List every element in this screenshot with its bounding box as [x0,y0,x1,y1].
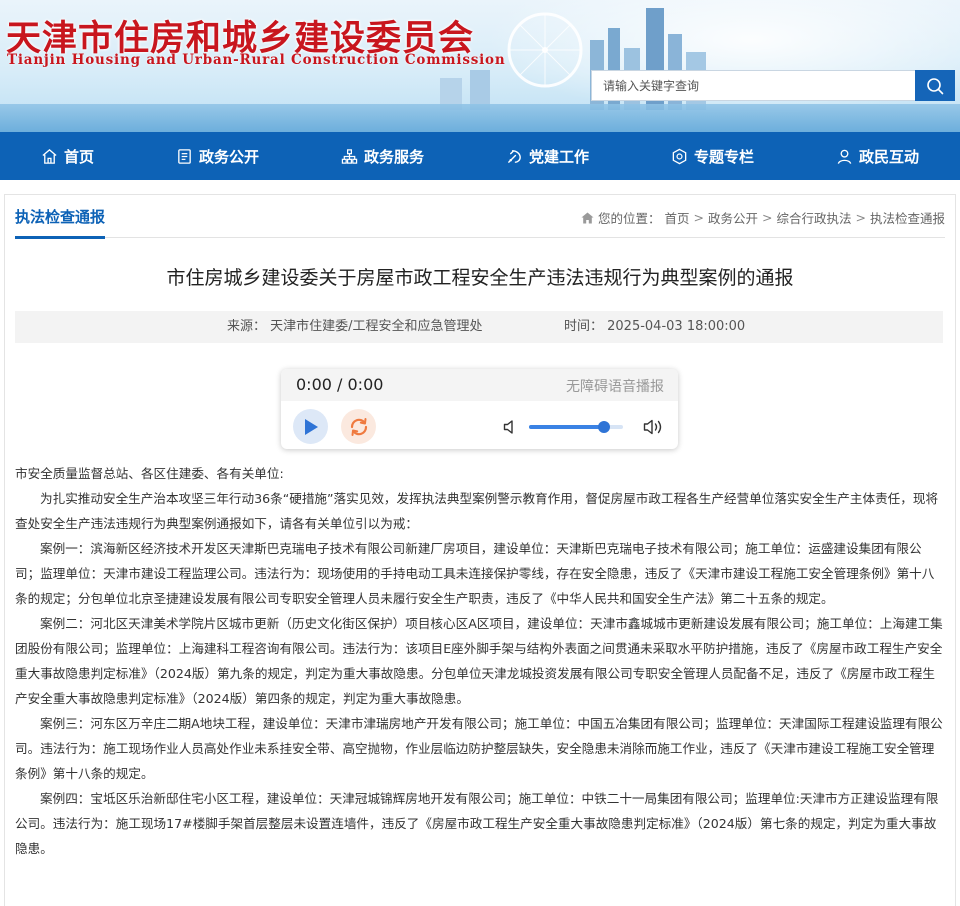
volume-slider[interactable] [529,421,623,433]
article-paragraph: 为扎实推动安全生产治本攻坚三年行动36条“硬措施”落实见效，发挥执法典型案例警示… [15,491,939,531]
article-time: 时间： 2025-04-03 18:00:00 [564,319,746,334]
section-header: 执法检查通报 您的位置： 首页 > 政务公开 > 综合行政执法 > 执法检查通报 [15,194,945,239]
article-paragraph: 案例四：宝坻区乐治新邸住宅小区工程，建设单位：天津冠城锦辉房地开发有限公司；施工… [15,791,939,856]
document-icon [178,148,191,164]
audio-player-header: 0:00 / 0:00 无障碍语音播报 [281,369,678,401]
nav-item-label: 首页 [63,147,94,166]
nav-item-label: 政务服务 [363,147,424,166]
volume-high-icon[interactable] [643,418,665,436]
nav-item-label: 政务公开 [198,147,259,166]
search-icon [927,77,944,94]
breadcrumb-item-inspection-reports[interactable]: 执法检查通报 [870,208,945,227]
article-source: 来源： 天津市住建委/工程安全和应急管理处 [227,319,483,334]
home-icon [581,212,594,223]
breadcrumb-item-law-enforcement[interactable]: 综合行政执法 [776,208,851,227]
loop-icon [350,417,367,436]
breadcrumb-item-home[interactable]: 首页 [664,208,689,227]
nav-item-public-affairs[interactable]: 政务公开 [164,132,271,180]
nav-item-home[interactable]: 首页 [29,132,106,180]
section-tab[interactable]: 执法检查通报 [15,206,106,239]
loop-button[interactable] [341,409,376,444]
play-button[interactable] [293,409,328,444]
nav-item-label: 专题专栏 [693,147,754,166]
badge-icon [672,148,687,164]
article-salutation: 市安全质量监督总站、各区住建委、各有关单位: [15,466,284,481]
breadcrumb-separator: > [855,210,866,225]
article-title: 市住房城乡建设委关于房屋市政工程安全生产违法违规行为典型案例的通报 [166,267,794,289]
river-illustration [0,104,960,132]
article-paragraph: 案例二：河北区天津美术学院片区城市更新（历史文化街区保护）项目核心区A区项目，建… [15,616,943,706]
breadcrumb: 您的位置： 首页 > 政务公开 > 综合行政执法 > 执法检查通报 [581,208,945,227]
search-input[interactable] [591,70,916,101]
person-icon [837,149,852,164]
breadcrumb-item-public-affairs[interactable]: 政务公开 [708,208,758,227]
audio-player-label: 无障碍语音播报 [566,379,664,395]
nav-item-services[interactable]: 政务服务 [329,132,436,180]
volume-low-icon[interactable] [503,419,517,435]
nav-item-special-topics[interactable]: 专题专栏 [659,132,766,180]
site-subtitle: Tianjin Housing and Urban-Rural Construc… [7,52,506,68]
header-banner: 天津市住房和城乡建设委员会 Tianjin Housing and Urban-… [0,0,960,132]
search-button[interactable] [915,70,955,101]
volume-fill [529,425,605,429]
article-paragraph: 案例一：滨海新区经济技术开发区天津斯巴克瑞电子技术有限公司新建厂房项目，建设单位… [15,541,935,606]
article-body: 市安全质量监督总站、各区住建委、各有关单位: 为扎实推动安全生产治本攻坚三年行动… [15,461,945,861]
nav-item-label: 党建工作 [528,147,589,166]
article-meta: 来源： 天津市住建委/工程安全和应急管理处 时间： 2025-04-03 18:… [15,311,943,343]
audio-player: 0:00 / 0:00 无障碍语音播报 [281,369,678,449]
main-nav: 首页 政务公开 政务服务 党建工作 专题专栏 政民互动 [0,132,960,180]
audio-time: 0:00 / 0:00 [296,375,384,394]
article-paragraph: 案例三：河东区万辛庄二期A地块工程，建设单位：天津市津瑞房地产开发有限公司；施工… [15,716,943,781]
org-chart-icon [341,148,358,164]
breadcrumb-separator: > [693,210,704,225]
play-icon [304,418,318,435]
nav-item-interaction[interactable]: 政民互动 [824,132,931,180]
breadcrumb-prefix: 您的位置： [597,211,661,226]
party-icon [508,149,521,163]
volume-handle[interactable] [598,421,611,433]
nav-item-label: 政民互动 [858,147,919,166]
breadcrumb-separator: > [762,210,773,225]
home-icon [42,148,57,164]
nav-item-party-building[interactable]: 党建工作 [494,132,601,180]
